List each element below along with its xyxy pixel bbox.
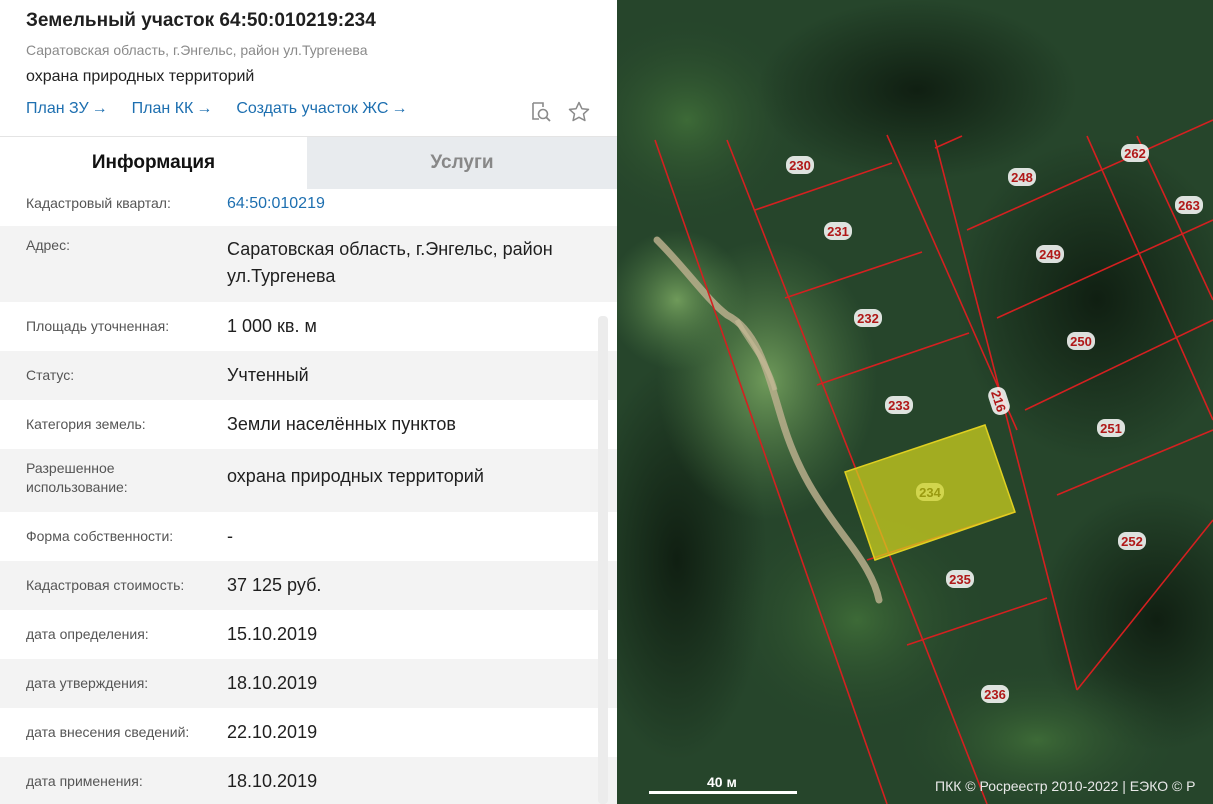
plot-label-249: 249 [1039,247,1061,262]
row-label: Кадастровая стоимость: [26,577,185,593]
row-value: охрана природных территорий [227,466,484,486]
create-zs-link[interactable]: Создать участок ЖС → [236,99,407,119]
row-label: дата применения: [26,773,143,789]
tabs: Информация Услуги [0,137,617,189]
table-row: Статус: Учтенный [0,351,617,400]
row-label: Форма собственности: [26,528,174,544]
table-row: Площадь уточненная: 1 000 кв. м [0,302,617,351]
header-links: План ЗУ → План КК → Создать участок ЖС → [26,99,591,119]
row-label: Статус: [26,367,75,383]
header-address: Саратовская область, г.Энгельс, район ул… [26,42,368,58]
tab-services[interactable]: Услуги [307,137,617,189]
header-icons [529,100,591,124]
row-label: Кадастровый квартал: [26,195,171,211]
table-row: Форма собственности: - [0,512,617,561]
info-panel: Земельный участок 64:50:010219:234 Сарат… [0,0,617,804]
arrow-right-icon: → [91,100,108,117]
map-canvas: 230 231 232 233 234 235 236 248 249 250 … [617,0,1213,804]
row-value: 18.10.2019 [227,771,318,791]
create-zs-link-label: Создать участок ЖС [236,100,389,117]
table-row: Адрес: Саратовская область, г.Энгельс, р… [0,226,617,302]
table-row: дата применения: 18.10.2019 [0,757,617,804]
row-label: Разрешенное использование: [26,460,128,495]
cadastral-quarter-link[interactable]: 64:50:010219 [227,194,591,226]
plot-label-230: 230 [789,158,811,173]
row-label: дата утверждения: [26,675,149,691]
plan-kk-link-label: План КК [131,100,194,117]
row-value: Земли населённых пунктов [227,414,456,434]
page-title: Земельный участок 64:50:010219:234 [26,10,376,31]
row-label: дата внесения сведений: [26,724,190,740]
table-row: дата определения: 15.10.2019 [0,610,617,659]
header-usage: охрана природных территорий [26,68,255,85]
scale-bar [649,791,797,794]
info-table: Кадастровый квартал: 64:50:010219 Адрес:… [0,189,617,804]
panel-header: Земельный участок 64:50:010219:234 Сарат… [0,0,617,137]
plot-label-250: 250 [1070,334,1092,349]
plot-label-248: 248 [1011,170,1033,185]
plot-label-252: 252 [1121,534,1143,549]
plot-label-235: 235 [949,572,971,587]
row-label: дата определения: [26,626,149,642]
row-value: 15.10.2019 [227,624,318,644]
scrollbar[interactable] [598,316,608,804]
table-row: Кадастровая стоимость: 37 125 руб. [0,561,617,610]
table-row: Кадастровый квартал: 64:50:010219 [0,189,617,226]
row-label: Адрес: [26,237,70,253]
plot-label-234: 234 [919,485,941,500]
row-label: Категория земель: [26,416,146,432]
star-icon[interactable] [567,100,591,124]
plot-label-263: 263 [1178,198,1200,213]
plan-kk-link[interactable]: План КК → [132,99,213,119]
arrow-right-icon: → [391,100,408,117]
map-copyright: ПКК © Росреестр 2010-2022 | ЕЭКО © Р [935,778,1196,794]
table-row: дата утверждения: 18.10.2019 [0,659,617,708]
table-row: дата внесения сведений: 22.10.2019 [0,708,617,757]
row-value: - [227,526,233,546]
arrow-right-icon: → [196,100,213,117]
plan-zu-link-label: План ЗУ [26,100,89,117]
plot-label-251: 251 [1100,421,1122,436]
map-view[interactable]: 230 231 232 233 234 235 236 248 249 250 … [617,0,1213,804]
table-row: Разрешенное использование: охрана природ… [0,449,617,512]
plan-zu-link[interactable]: План ЗУ → [26,99,108,119]
row-value: 1 000 кв. м [227,316,317,336]
row-label: Площадь уточненная: [26,318,170,334]
plot-label-262: 262 [1124,146,1146,161]
plot-label-233: 233 [888,398,910,413]
plot-label-232: 232 [857,311,879,326]
plot-label-231: 231 [827,224,849,239]
scale-label: 40 м [707,774,737,790]
row-value: 37 125 руб. [227,575,322,595]
search-document-icon[interactable] [529,100,553,124]
tab-info[interactable]: Информация [0,137,307,189]
row-value: 22.10.2019 [227,722,318,742]
table-row: Категория земель: Земли населённых пункт… [0,400,617,449]
row-value: Саратовская область, г.Энгельс, район ул… [227,239,553,286]
row-value: Учтенный [227,365,309,385]
row-value: 18.10.2019 [227,673,318,693]
plot-label-236: 236 [984,687,1006,702]
